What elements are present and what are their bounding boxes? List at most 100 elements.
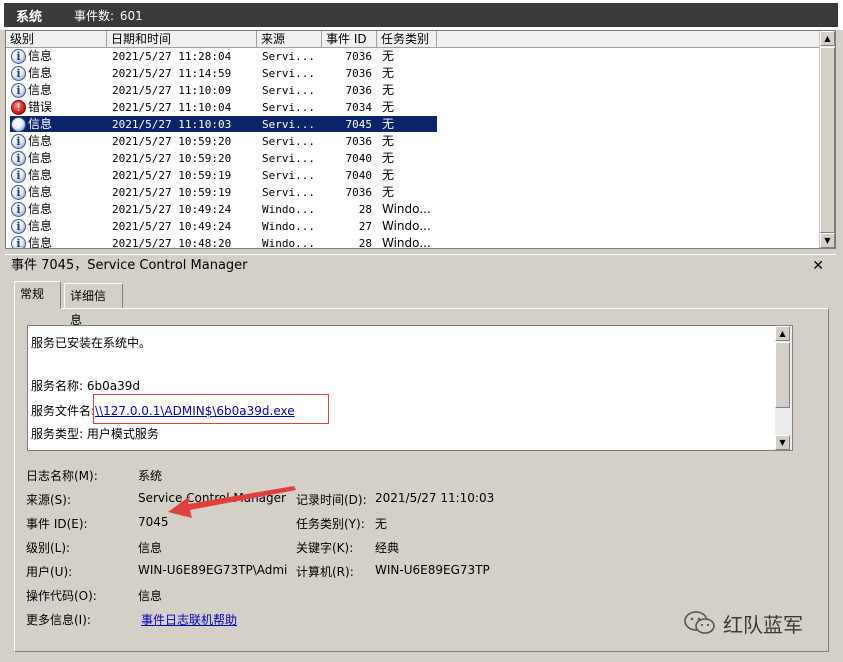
row-source: Servi... bbox=[262, 67, 315, 80]
info-icon: i bbox=[11, 66, 26, 81]
detail-title: 事件 7045，Service Control Manager bbox=[11, 258, 248, 273]
event-list[interactable]: 级别 日期和时间 来源 事件 ID 任务类别 i 信息 2021/5/27 11:2… bbox=[5, 30, 836, 249]
top-bar: 系统 事件数: 601 bbox=[0, 0, 843, 30]
scroll-down-button[interactable]: ▼ bbox=[820, 233, 835, 248]
title-bar: 系统 事件数: 601 bbox=[4, 3, 838, 27]
table-row[interactable]: i 信息 2021/5/27 10:48:20 Windo... 28 Windo... bbox=[6, 235, 820, 249]
row-task: Windo... bbox=[382, 219, 431, 233]
keywords-value: 经典 bbox=[375, 541, 400, 555]
column-header-event-id[interactable]: 事件 ID bbox=[322, 31, 377, 48]
tab-general[interactable]: 常规 bbox=[14, 281, 61, 309]
info-icon: i bbox=[11, 134, 26, 149]
row-source: Servi... bbox=[262, 135, 315, 148]
row-task: 无 bbox=[382, 83, 395, 97]
watermark-text: 红队蓝军 bbox=[723, 612, 803, 637]
service-file-label: 服务文件名: bbox=[31, 404, 96, 418]
row-event-id: 7036 bbox=[345, 186, 373, 199]
log-name-label: 日志名称(M): bbox=[26, 469, 98, 483]
column-header-level[interactable]: 级别 bbox=[6, 31, 107, 48]
level-value: 信息 bbox=[138, 541, 163, 555]
table-row[interactable]: i 信息 2021/5/27 11:14:59 Servi... 7036 无 bbox=[6, 65, 820, 82]
table-row[interactable]: ! 错误 2021/5/27 11:10:04 Servi... 7034 无 bbox=[6, 99, 820, 116]
row-source: Servi... bbox=[262, 186, 315, 199]
scroll-up-button[interactable]: ▲ bbox=[820, 31, 835, 46]
table-row[interactable]: i 信息 2021/5/27 10:59:20 Servi... 7040 无 bbox=[6, 150, 820, 167]
row-level: 信息 bbox=[28, 236, 53, 249]
row-level: 信息 bbox=[28, 117, 53, 131]
row-source: Servi... bbox=[262, 169, 315, 182]
watermark: 红队蓝军 bbox=[683, 608, 823, 638]
column-header-source[interactable]: 来源 bbox=[257, 31, 322, 48]
tab-details[interactable]: 详细信息 bbox=[64, 283, 123, 327]
opcode-value: 信息 bbox=[138, 589, 163, 603]
row-datetime: 2021/5/27 10:49:24 bbox=[112, 203, 232, 216]
info-icon: i bbox=[11, 236, 26, 248]
desc-scroll-up-button[interactable]: ▲ bbox=[775, 326, 790, 341]
keywords-label: 关键字(K): bbox=[296, 541, 354, 555]
info-icon: i bbox=[11, 168, 26, 183]
column-header-task[interactable]: 任务类别 bbox=[377, 31, 437, 48]
task-value: 无 bbox=[375, 517, 388, 531]
table-row[interactable]: i 信息 2021/5/27 10:59:20 Servi... 7036 无 bbox=[6, 133, 820, 150]
row-datetime: 2021/5/27 10:59:19 bbox=[112, 186, 232, 199]
row-level: 信息 bbox=[28, 49, 53, 63]
row-datetime: 2021/5/27 10:59:20 bbox=[112, 152, 232, 165]
computer-label: 计算机(R): bbox=[296, 565, 354, 579]
info-icon: i bbox=[11, 151, 26, 166]
row-source: Servi... bbox=[262, 101, 315, 114]
row-task: 无 bbox=[382, 185, 395, 199]
row-level: 信息 bbox=[28, 83, 53, 97]
desc-scroll-down-button[interactable]: ▼ bbox=[775, 435, 790, 450]
row-task: 无 bbox=[382, 49, 395, 63]
task-label: 任务类别(Y): bbox=[296, 517, 365, 531]
description-scrollbar[interactable]: ▲ ▼ bbox=[775, 326, 792, 450]
row-source: Windo... bbox=[262, 220, 315, 233]
user-value: WIN-U6E89EG73TP\Admi bbox=[138, 563, 288, 577]
service-type-value: 用户模式服务 bbox=[86, 427, 159, 441]
desc-scroll-thumb[interactable] bbox=[775, 342, 790, 408]
info-icon: i bbox=[11, 185, 26, 200]
row-source: Windo... bbox=[262, 237, 315, 249]
info-icon: i bbox=[11, 49, 26, 64]
event-rows: i 信息 2021/5/27 11:28:04 Servi... 7036 无 i 信息 202… bbox=[6, 48, 820, 249]
table-row[interactable]: i 信息 2021/5/27 10:49:24 Windo... 28 Windo... bbox=[6, 201, 820, 218]
description-line: 服务已安装在系统中。 bbox=[31, 336, 152, 350]
row-source: Servi... bbox=[262, 50, 315, 63]
info-icon: i bbox=[11, 202, 26, 217]
service-type-line: 服务类型: 用户模式服务 bbox=[31, 425, 159, 442]
row-source: Servi... bbox=[262, 84, 315, 97]
row-task: 无 bbox=[382, 117, 395, 131]
row-level: 信息 bbox=[28, 202, 53, 216]
source-label: 来源(S): bbox=[26, 493, 72, 507]
table-row[interactable]: i 信息 2021/5/27 11:28:04 Servi... 7036 无 bbox=[6, 48, 820, 65]
row-event-id: 7040 bbox=[345, 152, 373, 165]
service-name-line: 服务名称: 6b0a39d bbox=[31, 377, 140, 394]
list-scrollbar[interactable]: ▲ ▼ bbox=[819, 31, 835, 248]
event-description[interactable]: 服务已安装在系统中。 服务名称: 6b0a39d 服务文件名:\\127.0.0… bbox=[27, 325, 793, 451]
row-event-id: 7036 bbox=[345, 84, 373, 97]
row-datetime: 2021/5/27 11:28:04 bbox=[112, 50, 232, 63]
scroll-thumb[interactable] bbox=[820, 47, 835, 233]
event-id-value: 7045 bbox=[138, 515, 169, 529]
row-task: 无 bbox=[382, 66, 395, 80]
row-task: 无 bbox=[382, 168, 395, 182]
row-event-id: 7036 bbox=[345, 50, 373, 63]
annotation-arrow-icon bbox=[168, 486, 296, 518]
service-name-value: 6b0a39d bbox=[86, 379, 141, 393]
row-event-id: 7034 bbox=[345, 101, 373, 114]
table-row[interactable]: i 信息 2021/5/27 11:10:03 Servi... 7045 无 bbox=[6, 116, 820, 133]
wechat-icon bbox=[684, 611, 715, 634]
column-header-datetime[interactable]: 日期和时间 bbox=[107, 31, 257, 48]
list-header: 级别 日期和时间 来源 事件 ID 任务类别 bbox=[6, 31, 820, 48]
close-icon[interactable]: ✕ bbox=[812, 255, 824, 277]
more-info-label: 更多信息(I): bbox=[26, 613, 91, 627]
service-name-label: 服务名称: bbox=[31, 379, 84, 393]
table-row[interactable]: i 信息 2021/5/27 10:49:24 Windo... 27 Windo... bbox=[6, 218, 820, 235]
highlight-box bbox=[93, 394, 329, 424]
row-level: 信息 bbox=[28, 168, 53, 182]
table-row[interactable]: i 信息 2021/5/27 11:10:09 Servi... 7036 无 bbox=[6, 82, 820, 99]
table-row[interactable]: i 信息 2021/5/27 10:59:19 Servi... 7040 无 bbox=[6, 167, 820, 184]
more-info-link[interactable]: 事件日志联机帮助 bbox=[141, 611, 237, 628]
table-row[interactable]: i 信息 2021/5/27 10:59:19 Servi... 7036 无 bbox=[6, 184, 820, 201]
row-datetime: 2021/5/27 11:10:03 bbox=[112, 118, 232, 131]
